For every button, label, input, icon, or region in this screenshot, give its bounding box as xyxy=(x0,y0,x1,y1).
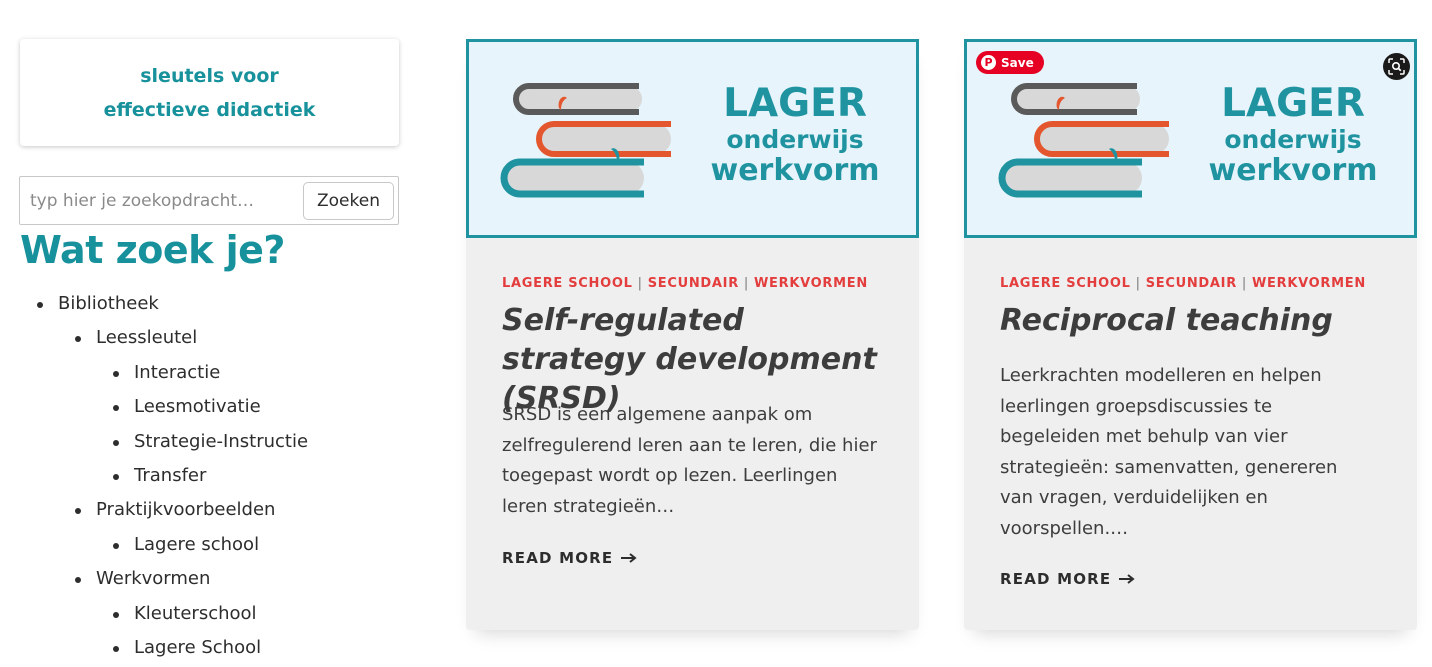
thumbnail-line-3: werkvorm xyxy=(1208,153,1378,188)
post-excerpt: Leerkrachten modelleren en helpen leerli… xyxy=(1000,365,1338,539)
post-title[interactable]: Reciprocal teaching xyxy=(1000,301,1390,340)
nav-item-strategie-instructie[interactable]: Strategie-Instructie xyxy=(19,425,308,459)
thumbnail-label: LAGER onderwijs werkvorm xyxy=(695,84,895,186)
nav-item-leessleutel[interactable]: Leessleutel xyxy=(19,321,308,355)
post-categories: LAGERE SCHOOL | SECUNDAIR | WERKVORMEN xyxy=(1000,276,1366,291)
post-card: LAGER onderwijs werkvorm P Save LAGERE S… xyxy=(964,39,1417,630)
category-link[interactable]: LAGERE SCHOOL xyxy=(502,276,633,291)
search-button[interactable]: Zoeken xyxy=(303,182,394,220)
visual-search-icon xyxy=(1388,58,1405,75)
category-link[interactable]: WERKVORMEN xyxy=(754,276,868,291)
thumbnail-line-1: LAGER xyxy=(1221,81,1365,126)
read-more-label: READ MORE xyxy=(502,549,614,567)
nav-item-lagere-school-2[interactable]: Lagere School xyxy=(19,631,308,665)
thumbnail-label: LAGER onderwijs werkvorm xyxy=(1193,84,1393,186)
read-more-label: READ MORE xyxy=(1000,570,1112,588)
thumbnail-line-2: onderwijs xyxy=(726,125,864,154)
category-link[interactable]: SECUNDAIR xyxy=(1146,276,1237,291)
thumbnail-line-3: werkvorm xyxy=(710,153,880,188)
category-link[interactable]: WERKVORMEN xyxy=(1252,276,1366,291)
post-card: LAGER onderwijs werkvorm LAGERE SCHOOL | S… xyxy=(466,39,919,630)
books-illustration xyxy=(998,83,1169,198)
search-form: Zoeken xyxy=(19,176,399,225)
widget-title: Wat zoek je? xyxy=(20,228,285,272)
category-link[interactable]: SECUNDAIR xyxy=(648,276,739,291)
nav-item-werkvormen[interactable]: Werkvormen xyxy=(19,562,308,596)
nav-item-kleuterschool[interactable]: Kleuterschool xyxy=(19,597,308,631)
visual-search-button[interactable] xyxy=(1383,53,1410,80)
nav-item-praktijkvoorbeelden[interactable]: Praktijkvoorbeelden xyxy=(19,493,308,527)
cta-text[interactable]: sleutels voor effectieve didactiek xyxy=(85,59,335,127)
read-more-link[interactable]: READ MORE xyxy=(502,549,637,567)
category-separator: | xyxy=(743,276,750,291)
post-excerpt: SRSD is een algemene aanpak om zelfregul… xyxy=(502,404,877,517)
category-separator: | xyxy=(1241,276,1248,291)
thumbnail-line-1: LAGER xyxy=(723,81,867,126)
books-illustration xyxy=(500,83,671,198)
nav-item-lagere-school[interactable]: Lagere school xyxy=(19,528,308,562)
category-link[interactable]: LAGERE SCHOOL xyxy=(1000,276,1131,291)
read-more-link[interactable]: READ MORE xyxy=(1000,570,1135,588)
category-nav: Bibliotheek Leessleutel Interactie Leesm… xyxy=(19,287,308,665)
nav-item-interactie[interactable]: Interactie xyxy=(19,356,308,390)
post-categories: LAGERE SCHOOL | SECUNDAIR | WERKVORMEN xyxy=(502,276,868,291)
pinterest-icon: P xyxy=(981,55,996,70)
arrow-right-icon xyxy=(621,553,637,563)
nav-item-transfer[interactable]: Transfer xyxy=(19,459,308,493)
category-separator: | xyxy=(1135,276,1141,291)
pinterest-save-button[interactable]: P Save xyxy=(976,51,1044,74)
post-thumbnail[interactable]: LAGER onderwijs werkvorm xyxy=(466,39,919,238)
nav-item-bibliotheek[interactable]: Bibliotheek xyxy=(19,287,308,321)
pinterest-save-label: Save xyxy=(1001,55,1034,70)
thumbnail-line-2: onderwijs xyxy=(1224,125,1362,154)
post-thumbnail[interactable]: LAGER onderwijs werkvorm P Save xyxy=(964,39,1417,238)
cta-box[interactable]: sleutels voor effectieve didactiek xyxy=(20,39,399,146)
nav-item-leesmotivatie[interactable]: Leesmotivatie xyxy=(19,390,308,424)
category-separator: | xyxy=(637,276,643,291)
arrow-right-icon xyxy=(1119,574,1135,584)
search-input[interactable] xyxy=(20,177,302,224)
